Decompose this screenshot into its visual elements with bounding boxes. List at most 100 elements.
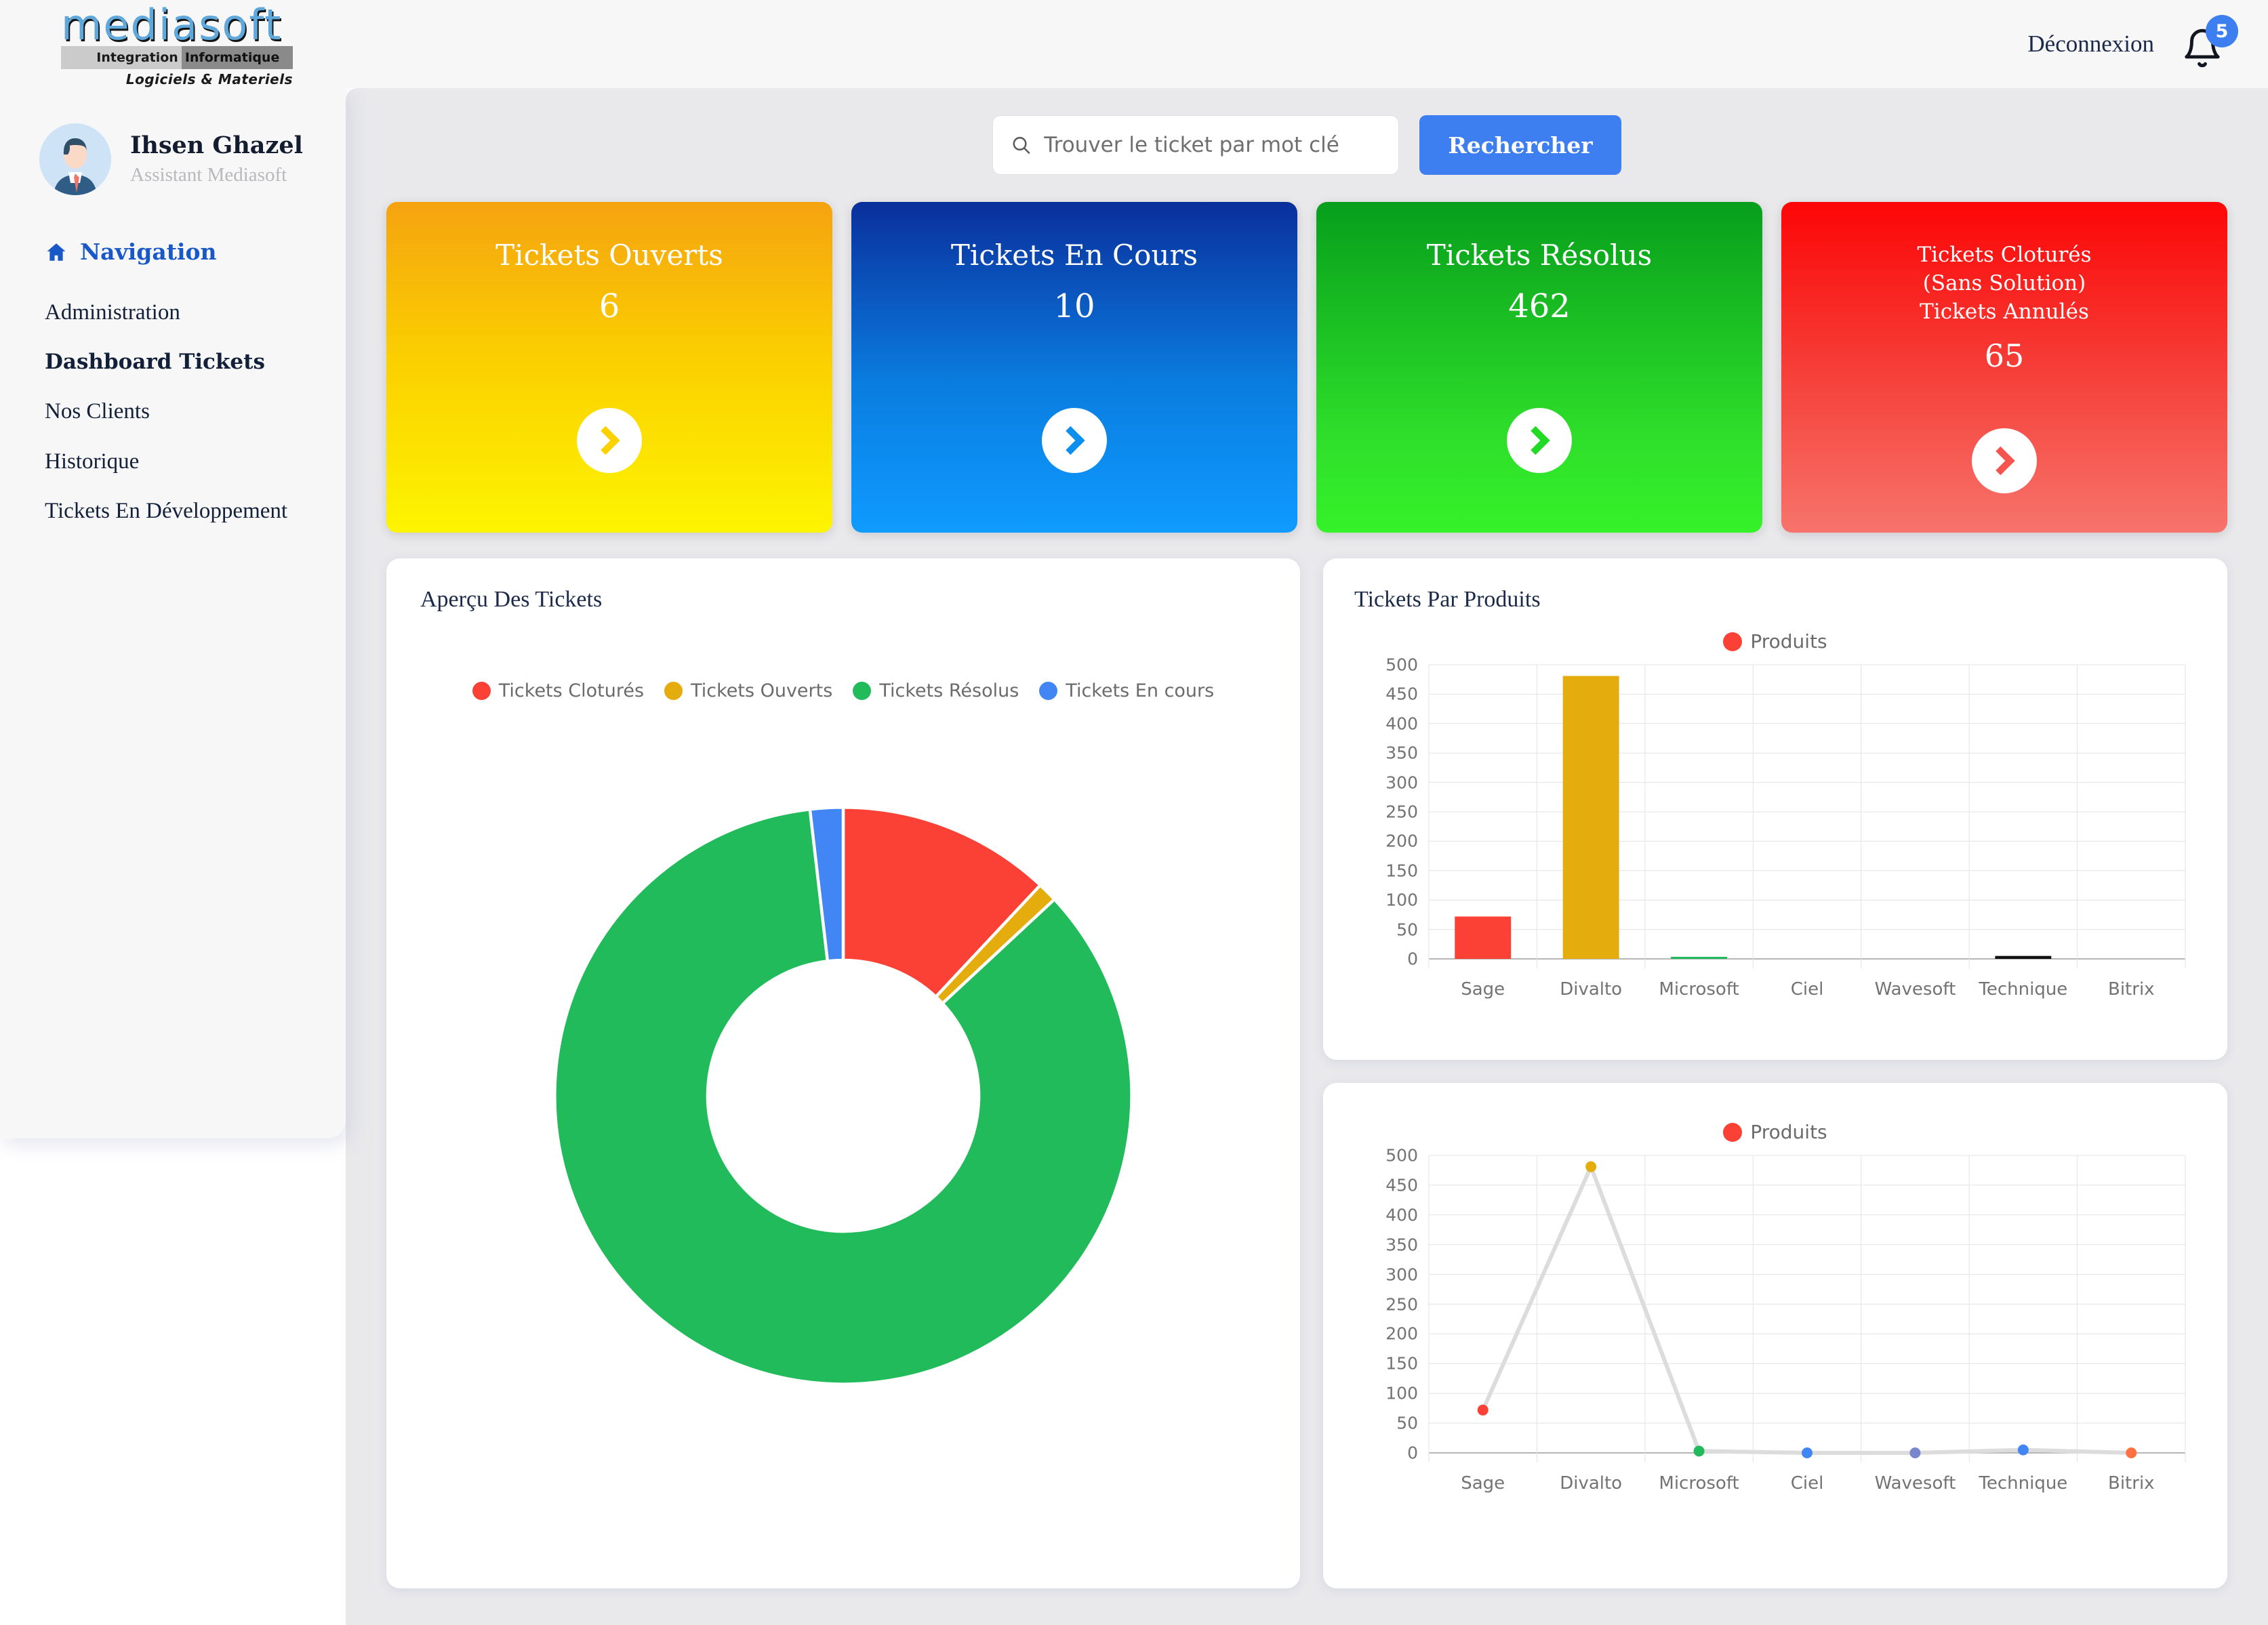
dashboard-page: mediasoft Integration Informatique Logic… xyxy=(0,0,2268,1625)
chevron-right-icon[interactable] xyxy=(1507,408,1572,473)
mediasoft-logo[interactable]: mediasoft Integration Informatique Logic… xyxy=(46,0,297,87)
logo-wordmark: mediasoft xyxy=(61,0,283,49)
x-axis-tick-label: Divalto xyxy=(1560,1473,1623,1494)
x-axis-tick-label: Microsoft xyxy=(1659,979,1739,1000)
donut-legend-item[interactable]: Tickets Cloturés xyxy=(472,680,644,701)
donut-chart xyxy=(420,716,1266,1475)
notifications-button[interactable]: 5 xyxy=(2179,15,2238,73)
y-axis-tick-label: 0 xyxy=(1407,949,1418,969)
nav-list: Administration Dashboard Tickets Nos Cli… xyxy=(0,265,346,537)
donut-legend: Tickets Cloturés Tickets Ouverts Tickets R… xyxy=(420,680,1266,701)
search-input[interactable] xyxy=(1044,116,1381,174)
bar-chart-legend: Produits xyxy=(1354,630,2196,653)
user-profile: Ihsen Ghazel Assistant Mediasoft xyxy=(0,88,346,195)
legend-swatch xyxy=(853,682,872,700)
data-point xyxy=(1909,1447,1921,1458)
x-axis-tick-label: Bitrix xyxy=(2108,979,2155,1000)
data-point xyxy=(1802,1447,1813,1458)
stat-card-title: Tickets Ouverts xyxy=(495,239,723,272)
search-box[interactable] xyxy=(992,115,1400,175)
search-icon xyxy=(1013,137,1030,154)
stat-cards: Tickets Ouverts 6 Tickets En Cours 10 Ti… xyxy=(346,175,2268,533)
bar xyxy=(1671,957,1728,959)
home-icon xyxy=(47,243,66,261)
sidebar-item-administration[interactable]: Administration xyxy=(45,288,346,338)
logo-bands: Integration Informatique xyxy=(61,46,293,69)
user-role: Assistant Mediasoft xyxy=(130,163,287,186)
stat-card-tickets-ouverts[interactable]: Tickets Ouverts 6 xyxy=(386,202,832,533)
y-axis-tick-label: 500 xyxy=(1385,655,1418,675)
y-axis-tick-label: 450 xyxy=(1385,1175,1418,1195)
sidebar-item-nos-clients[interactable]: Nos Clients xyxy=(45,387,346,437)
legend-label: Tickets Résolus xyxy=(879,680,1019,701)
logout-link[interactable]: Déconnexion xyxy=(2027,30,2154,58)
stat-card-tickets-resolus[interactable]: Tickets Résolus 462 xyxy=(1316,202,1762,533)
y-axis-tick-label: 250 xyxy=(1385,802,1418,822)
avatar xyxy=(39,123,111,195)
logo-band-integration: Integration xyxy=(61,46,182,69)
data-point xyxy=(1693,1445,1705,1457)
data-point xyxy=(2017,1444,2029,1456)
chevron-right-icon[interactable] xyxy=(1042,408,1107,473)
x-axis-tick-label: Microsoft xyxy=(1659,1473,1739,1494)
bar xyxy=(1562,676,1619,959)
donut-legend-item[interactable]: Tickets Ouverts xyxy=(664,680,832,701)
bar-plot-area: 0 50 100 150 200 250 300 350 400 450 500 Sage Divalt… xyxy=(1385,655,2189,1000)
panel-tickets-par-produits: Tickets Par Produits Produits 0 50 100 150 2… xyxy=(1323,558,2227,1060)
y-axis-tick-label: 100 xyxy=(1385,1383,1418,1403)
y-axis-tick-label: 150 xyxy=(1385,1353,1418,1374)
main-content: Rechercher Tickets Ouverts 6 Tickets En … xyxy=(346,88,2268,1625)
y-axis-tick-label: 0 xyxy=(1407,1443,1418,1463)
y-axis-tick-label: 150 xyxy=(1385,861,1418,881)
charts-area: Aperçu Des Tickets Tickets Cloturés Ticke… xyxy=(346,533,2268,1588)
chevron-right-icon[interactable] xyxy=(577,408,642,473)
sidebar-item-historique[interactable]: Historique xyxy=(45,437,346,487)
stat-card-tickets-en-cours[interactable]: Tickets En Cours 10 xyxy=(851,202,1297,533)
stat-card-title: Tickets Cloturés (Sans Solution) Tickets… xyxy=(1917,241,2091,327)
stat-card-value: 65 xyxy=(1984,337,2025,374)
legend-label: Tickets Cloturés xyxy=(498,680,645,701)
legend-swatch-produits xyxy=(1723,1122,1743,1142)
data-point xyxy=(1585,1161,1597,1172)
line-plot-area: 0 50 100 150 200 250 300 350 400 450 500 Sage Divalt… xyxy=(1385,1146,2189,1494)
stat-card-title-line2: (Sans Solution) xyxy=(1922,270,2086,295)
legend-swatch xyxy=(1039,682,1058,700)
line-series xyxy=(1480,1161,2132,1455)
legend-label-produits: Produits xyxy=(1750,1121,1827,1143)
x-axis-tick-label: Ciel xyxy=(1790,1473,1824,1494)
user-info: Ihsen Ghazel Assistant Mediasoft xyxy=(130,132,303,186)
x-axis-tick-label: Ciel xyxy=(1790,979,1824,1000)
logo-band-informatique: Informatique xyxy=(181,46,293,69)
legend-label: Tickets En cours xyxy=(1066,680,1215,701)
donut-legend-item[interactable]: Tickets Résolus xyxy=(853,680,1019,701)
donut-legend-item[interactable]: Tickets En cours xyxy=(1039,680,1214,701)
chevron-right-icon[interactable] xyxy=(1972,428,2037,493)
user-name: Ihsen Ghazel xyxy=(130,131,303,160)
stat-card-tickets-clotures[interactable]: Tickets Cloturés (Sans Solution) Tickets… xyxy=(1781,202,2227,533)
y-axis-tick-label: 200 xyxy=(1385,831,1418,851)
legend-swatch xyxy=(664,682,683,700)
y-axis-tick-label: 300 xyxy=(1385,773,1418,793)
data-point xyxy=(2126,1447,2137,1458)
stat-card-title-line1: Tickets Cloturés xyxy=(1917,243,2092,267)
page-title-tickets-par-produits: Tickets Par Produits xyxy=(1354,587,1541,612)
nav-header: Navigation xyxy=(0,195,346,265)
top-bar: mediasoft Integration Informatique Logic… xyxy=(0,0,2268,88)
legend-swatch-produits xyxy=(1723,632,1743,651)
y-axis-tick-label: 350 xyxy=(1385,1235,1418,1255)
stat-card-title-line3: Tickets Annulés xyxy=(1920,299,2089,324)
x-axis-tick-label: Wavesoft xyxy=(1874,979,1956,1000)
search-button[interactable]: Rechercher xyxy=(1419,115,1621,175)
y-axis-tick-label: 450 xyxy=(1385,684,1418,704)
y-axis-tick-label: 50 xyxy=(1396,1413,1418,1433)
avatar-illustration xyxy=(39,123,111,195)
search-row: Rechercher xyxy=(346,88,2268,175)
stat-card-title: Tickets Résolus xyxy=(1426,239,1653,272)
bar xyxy=(1995,955,2052,959)
sidebar-item-tickets-en-developpement[interactable]: Tickets En Développement xyxy=(45,487,346,537)
y-axis-tick-label: 50 xyxy=(1396,920,1418,940)
sidebar-item-dashboard-tickets[interactable]: Dashboard Tickets xyxy=(45,338,346,387)
x-axis-tick-label: Technique xyxy=(1979,1473,2068,1494)
panel-produits-line: Produits 0 50 100 150 200 250 300 350 400 450 500 S… xyxy=(1323,1083,2227,1588)
sidebar: Ihsen Ghazel Assistant Mediasoft Navigat… xyxy=(0,88,346,1138)
